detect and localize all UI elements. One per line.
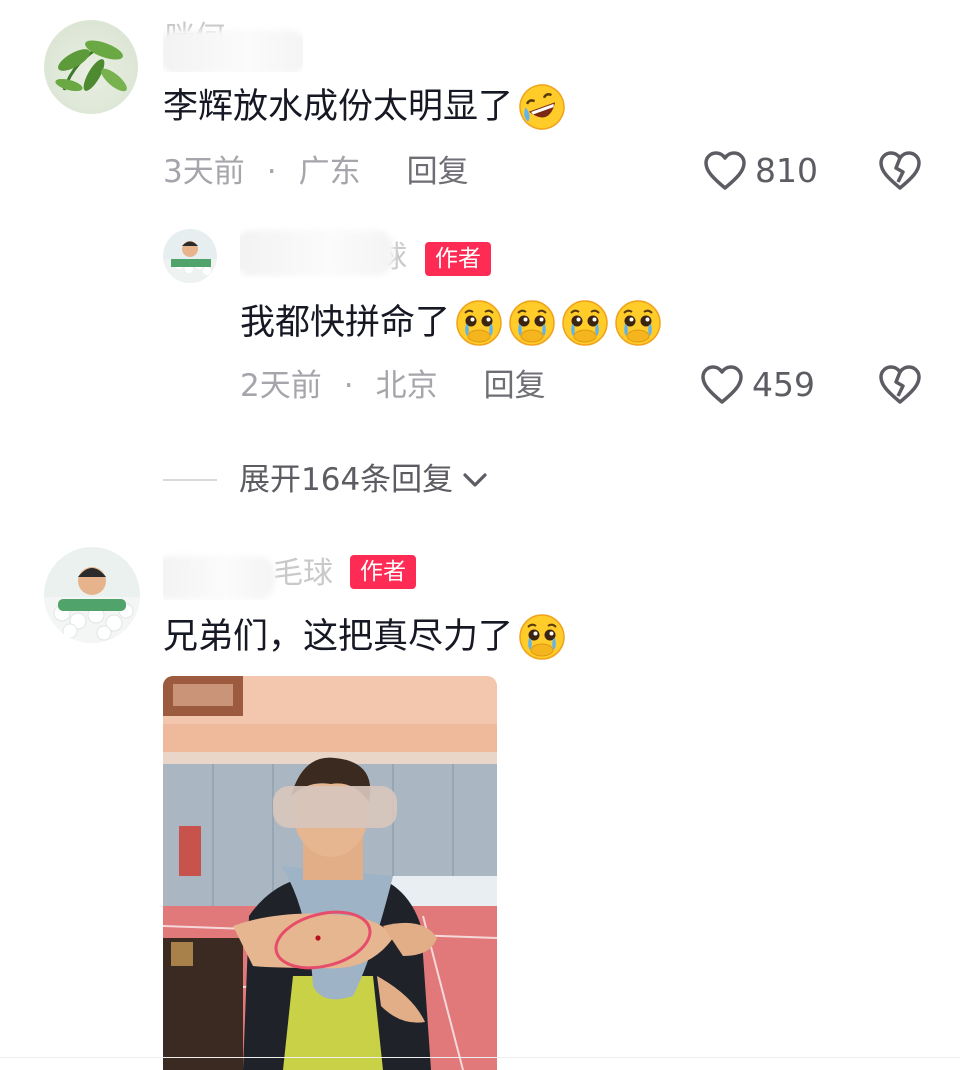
comment-text[interactable]: 李辉放水成份太明显了 bbox=[163, 82, 567, 132]
timestamp: 2天前 bbox=[240, 368, 322, 404]
reply-button[interactable]: 回复 bbox=[484, 366, 546, 406]
reply-username[interactable]: 毛球 bbox=[240, 226, 415, 278]
chevron-down-icon bbox=[463, 473, 487, 487]
pleading-crying-emoji-icon bbox=[456, 300, 502, 346]
heart-icon bbox=[701, 365, 743, 404]
like-count: 810 bbox=[755, 151, 818, 190]
author-badge: 作者 bbox=[425, 242, 491, 276]
pleading-crying-emoji-icon bbox=[615, 300, 661, 346]
like-button[interactable]: 810 bbox=[703, 150, 818, 192]
like-count: 459 bbox=[752, 365, 815, 404]
expand-replies-label: 展开164条回复 bbox=[239, 462, 454, 498]
expand-replies-button[interactable]: 展开164条回复 bbox=[163, 460, 489, 500]
timestamp: 3天前 bbox=[163, 154, 245, 190]
avatar[interactable] bbox=[44, 20, 138, 114]
reply-emoji-group bbox=[454, 298, 666, 348]
like-button[interactable]: 459 bbox=[700, 364, 815, 406]
rofl-emoji-icon bbox=[519, 84, 565, 130]
photo-man-elbow-image bbox=[163, 676, 497, 1070]
username-blur-mask bbox=[163, 30, 303, 72]
reply-text[interactable]: 我都快拼命了 bbox=[240, 298, 666, 348]
plant-avatar-icon bbox=[55, 40, 127, 92]
comment-text[interactable]: 兄弟们，这把真尽力了 bbox=[163, 612, 567, 662]
location: 广东 bbox=[298, 154, 361, 190]
reply-button[interactable]: 回复 bbox=[407, 152, 469, 192]
divider-line bbox=[163, 479, 217, 481]
person-avatar-icon bbox=[163, 241, 217, 283]
reply-meta: 2天前 · 北京 回复 bbox=[240, 366, 546, 406]
username[interactable]: 毛球 bbox=[163, 548, 343, 600]
username-blur-mask bbox=[163, 556, 275, 600]
location: 北京 bbox=[375, 368, 438, 404]
avatar[interactable] bbox=[44, 547, 140, 643]
dislike-button[interactable] bbox=[878, 150, 922, 192]
reply-avatar[interactable] bbox=[163, 229, 217, 283]
username-text: 毛球 bbox=[273, 556, 333, 591]
person-avatar-icon bbox=[44, 567, 140, 643]
comment-meta: 3天前 · 广东 回复 bbox=[163, 152, 469, 192]
bottom-divider bbox=[0, 1057, 960, 1058]
pleading-crying-emoji-icon bbox=[509, 300, 555, 346]
broken-heart-icon bbox=[879, 365, 921, 404]
broken-heart-icon bbox=[879, 151, 921, 190]
dot-separator: · bbox=[343, 368, 354, 404]
username[interactable]: 咪何 bbox=[163, 18, 303, 72]
dot-separator: · bbox=[266, 154, 277, 190]
pleading-crying-emoji-icon bbox=[562, 300, 608, 346]
reply-username-blur-mask bbox=[240, 230, 394, 276]
comment-image[interactable] bbox=[163, 676, 497, 1070]
pleading-crying-emoji-icon bbox=[519, 614, 565, 660]
author-badge: 作者 bbox=[350, 555, 416, 589]
dislike-button[interactable] bbox=[878, 364, 922, 406]
heart-icon bbox=[704, 151, 746, 190]
